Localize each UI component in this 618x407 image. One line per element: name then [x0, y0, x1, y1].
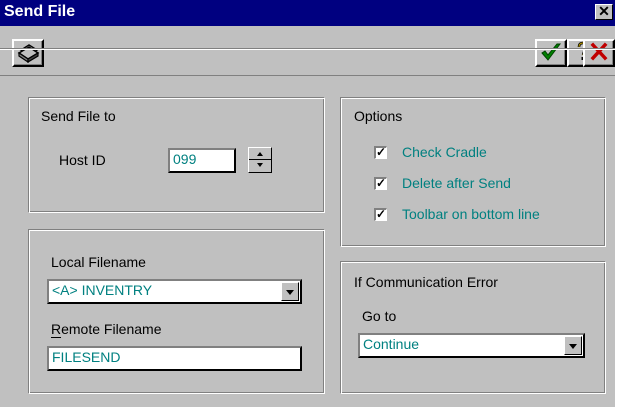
remote-filename-input[interactable]: FILESEND	[47, 346, 302, 371]
delete-after-send-checkbox[interactable]: ✓	[374, 177, 387, 190]
close-button[interactable]: ✕	[595, 4, 613, 20]
comm-error-panel: If Communication Error Go to Continue	[340, 261, 606, 394]
host-id-label: Host ID	[59, 152, 106, 168]
options-title: Options	[354, 108, 403, 124]
local-filename-value: <A> INVENTRY	[52, 282, 153, 298]
chevron-down-icon[interactable]	[564, 336, 582, 355]
local-filename-label: Local Filename	[51, 254, 146, 270]
local-filename-select[interactable]: <A> INVENTRY	[47, 279, 302, 304]
spin-down-icon[interactable]	[249, 160, 271, 172]
send-file-dialog: Send File ✕ Send File to Host ID 099 Opt…	[0, 0, 618, 407]
check-cradle-checkbox[interactable]: ✓	[374, 146, 387, 159]
ok-button[interactable]	[535, 39, 567, 67]
toolbar-bottom-label[interactable]: Toolbar on bottom line	[402, 206, 540, 222]
delete-after-send-label[interactable]: Delete after Send	[402, 175, 511, 191]
host-id-input[interactable]: 099	[168, 148, 236, 173]
cancel-button[interactable]	[583, 39, 615, 67]
toolbar-bottom-line	[0, 75, 615, 76]
go-to-select[interactable]: Continue	[358, 333, 585, 358]
checkmark-icon	[541, 43, 561, 61]
go-to-label: Go to	[362, 308, 397, 324]
close-icon: ✕	[598, 3, 610, 19]
chevron-down-icon[interactable]	[281, 282, 299, 301]
x-icon	[590, 42, 608, 61]
printer-icon	[17, 44, 40, 64]
send-file-to-panel: Send File to Host ID 099	[28, 97, 325, 213]
host-id-spinner[interactable]	[248, 147, 272, 173]
print-button[interactable]	[12, 39, 44, 67]
options-panel: Options ✓ Check Cradle ✓ Delete after Se…	[340, 97, 606, 247]
title-bar: Send File ✕	[0, 0, 615, 26]
comm-error-title: If Communication Error	[354, 274, 498, 290]
toolbar-bottom-checkbox[interactable]: ✓	[374, 208, 387, 221]
go-to-value: Continue	[363, 336, 420, 352]
send-file-to-title: Send File to	[41, 108, 116, 124]
filenames-panel: Local Filename <A> INVENTRY Remote Filen…	[28, 229, 325, 394]
window-title: Send File	[4, 3, 76, 20]
toolbar-divider	[0, 48, 615, 50]
accelerator-underline	[51, 337, 61, 338]
remote-filename-label: Remote Filename	[51, 321, 162, 337]
check-cradle-label[interactable]: Check Cradle	[402, 144, 487, 160]
